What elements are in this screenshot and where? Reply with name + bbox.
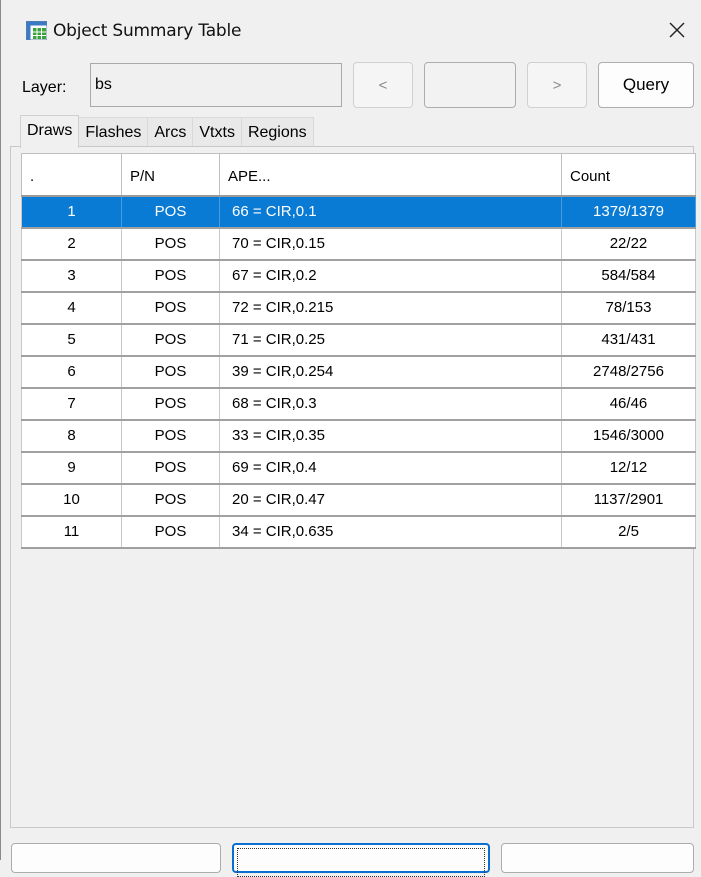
cell-count[interactable]: 2/5 xyxy=(561,515,696,549)
cell-aperture[interactable]: 34 = CIR,0.635 xyxy=(219,515,562,549)
cell-count[interactable]: 431/431 xyxy=(561,323,696,357)
summary-table: . P/N APE... Count 1 POS 66 = CIR,0.1 1379/… xyxy=(21,153,696,549)
title-bar: Object Summary Table xyxy=(1,0,701,58)
cell-index[interactable]: 10 xyxy=(21,483,122,517)
cell-pn[interactable]: POS xyxy=(121,195,220,229)
page-field[interactable] xyxy=(424,62,516,108)
cell-pn[interactable]: POS xyxy=(121,323,220,357)
cell-pn[interactable]: POS xyxy=(121,227,220,261)
cell-pn[interactable]: POS xyxy=(121,259,220,293)
cell-count[interactable]: 1379/1379 xyxy=(561,195,696,229)
cell-index[interactable]: 8 xyxy=(21,419,122,453)
cell-aperture[interactable]: 68 = CIR,0.3 xyxy=(219,387,562,421)
cell-pn[interactable]: POS xyxy=(121,451,220,485)
focus-ring xyxy=(237,848,485,877)
cell-index[interactable]: 6 xyxy=(21,355,122,389)
cell-pn[interactable]: POS xyxy=(121,483,220,517)
table-row[interactable]: 5 POS 71 = CIR,0.25 431/431 xyxy=(21,323,696,357)
cell-count[interactable]: 1546/3000 xyxy=(561,419,696,453)
cell-pn[interactable]: POS xyxy=(121,355,220,389)
cell-index[interactable]: 7 xyxy=(21,387,122,421)
table-row[interactable]: 10 POS 20 = CIR,0.47 1137/2901 xyxy=(21,483,696,517)
cell-index[interactable]: 1 xyxy=(21,195,122,229)
cell-index[interactable]: 11 xyxy=(21,515,122,549)
cell-count[interactable]: 584/584 xyxy=(561,259,696,293)
cell-aperture[interactable]: 20 = CIR,0.47 xyxy=(219,483,562,517)
layer-input[interactable] xyxy=(90,63,342,107)
table-row[interactable]: 4 POS 72 = CIR,0.215 78/153 xyxy=(21,291,696,325)
cell-pn[interactable]: POS xyxy=(121,387,220,421)
cell-aperture[interactable]: 66 = CIR,0.1 xyxy=(219,195,562,229)
cell-aperture[interactable]: 70 = CIR,0.15 xyxy=(219,227,562,261)
cell-count[interactable]: 2748/2756 xyxy=(561,355,696,389)
cell-count[interactable]: 1137/2901 xyxy=(561,483,696,517)
window-title: Object Summary Table xyxy=(53,21,242,41)
table-row[interactable]: 9 POS 69 = CIR,0.4 12/12 xyxy=(21,451,696,485)
column-header-count[interactable]: Count xyxy=(561,153,696,197)
table-header-row: . P/N APE... Count xyxy=(21,153,696,197)
cell-count[interactable]: 46/46 xyxy=(561,387,696,421)
cell-aperture[interactable]: 33 = CIR,0.35 xyxy=(219,419,562,453)
cell-index[interactable]: 5 xyxy=(21,323,122,357)
cell-index[interactable]: 2 xyxy=(21,227,122,261)
tab-flashes[interactable]: Flashes xyxy=(78,117,149,147)
cell-aperture[interactable]: 69 = CIR,0.4 xyxy=(219,451,562,485)
query-button[interactable]: Query xyxy=(598,62,694,108)
cell-aperture[interactable]: 39 = CIR,0.254 xyxy=(219,355,562,389)
cell-aperture[interactable]: 72 = CIR,0.215 xyxy=(219,291,562,325)
object-type-tabs: Draws Flashes Arcs Vtxts Regions xyxy=(20,115,314,148)
column-header-pn[interactable]: P/N xyxy=(121,153,220,197)
cell-pn[interactable]: POS xyxy=(121,419,220,453)
next-button[interactable]: > xyxy=(527,62,587,108)
close-icon[interactable] xyxy=(665,18,689,42)
tab-draws[interactable]: Draws xyxy=(20,115,80,148)
tab-arcs[interactable]: Arcs xyxy=(147,117,194,147)
cell-aperture[interactable]: 71 = CIR,0.25 xyxy=(219,323,562,357)
cell-count[interactable]: 78/153 xyxy=(561,291,696,325)
cell-index[interactable]: 9 xyxy=(21,451,122,485)
cell-pn[interactable]: POS xyxy=(121,515,220,549)
cell-index[interactable]: 4 xyxy=(21,291,122,325)
cell-count[interactable]: 12/12 xyxy=(561,451,696,485)
cell-count[interactable]: 22/22 xyxy=(561,227,696,261)
tab-regions[interactable]: Regions xyxy=(240,117,314,147)
column-header-index[interactable]: . xyxy=(21,153,122,197)
column-header-aperture[interactable]: APE... xyxy=(219,153,562,197)
cell-aperture[interactable]: 67 = CIR,0.2 xyxy=(219,259,562,293)
summary-table-panel: . P/N APE... Count 1 POS 66 = CIR,0.1 1379/… xyxy=(10,146,696,828)
bottom-button-middle[interactable] xyxy=(232,843,490,877)
layer-label: Layer: xyxy=(22,79,67,96)
table-row[interactable]: 8 POS 33 = CIR,0.35 1546/3000 xyxy=(21,419,696,453)
table-body: 1 POS 66 = CIR,0.1 1379/1379 2 POS 70 = CIR,0.… xyxy=(21,195,696,549)
table-app-icon xyxy=(26,21,47,40)
table-row[interactable]: 7 POS 68 = CIR,0.3 46/46 xyxy=(21,387,696,421)
table-row[interactable]: 2 POS 70 = CIR,0.15 22/22 xyxy=(21,227,696,261)
table-row[interactable]: 6 POS 39 = CIR,0.254 2748/2756 xyxy=(21,355,696,389)
cell-index[interactable]: 3 xyxy=(21,259,122,293)
table-row[interactable]: 1 POS 66 = CIR,0.1 1379/1379 xyxy=(21,195,696,229)
bottom-button-right[interactable] xyxy=(501,843,694,873)
table-row[interactable]: 3 POS 67 = CIR,0.2 584/584 xyxy=(21,259,696,293)
tab-vtxts[interactable]: Vtxts xyxy=(192,117,242,147)
bottom-button-left[interactable] xyxy=(11,843,221,873)
previous-button[interactable]: < xyxy=(353,62,413,108)
table-row[interactable]: 11 POS 34 = CIR,0.635 2/5 xyxy=(21,515,696,549)
cell-pn[interactable]: POS xyxy=(121,291,220,325)
object-summary-window: Object Summary Table Layer: < > Query Dr… xyxy=(0,0,701,877)
